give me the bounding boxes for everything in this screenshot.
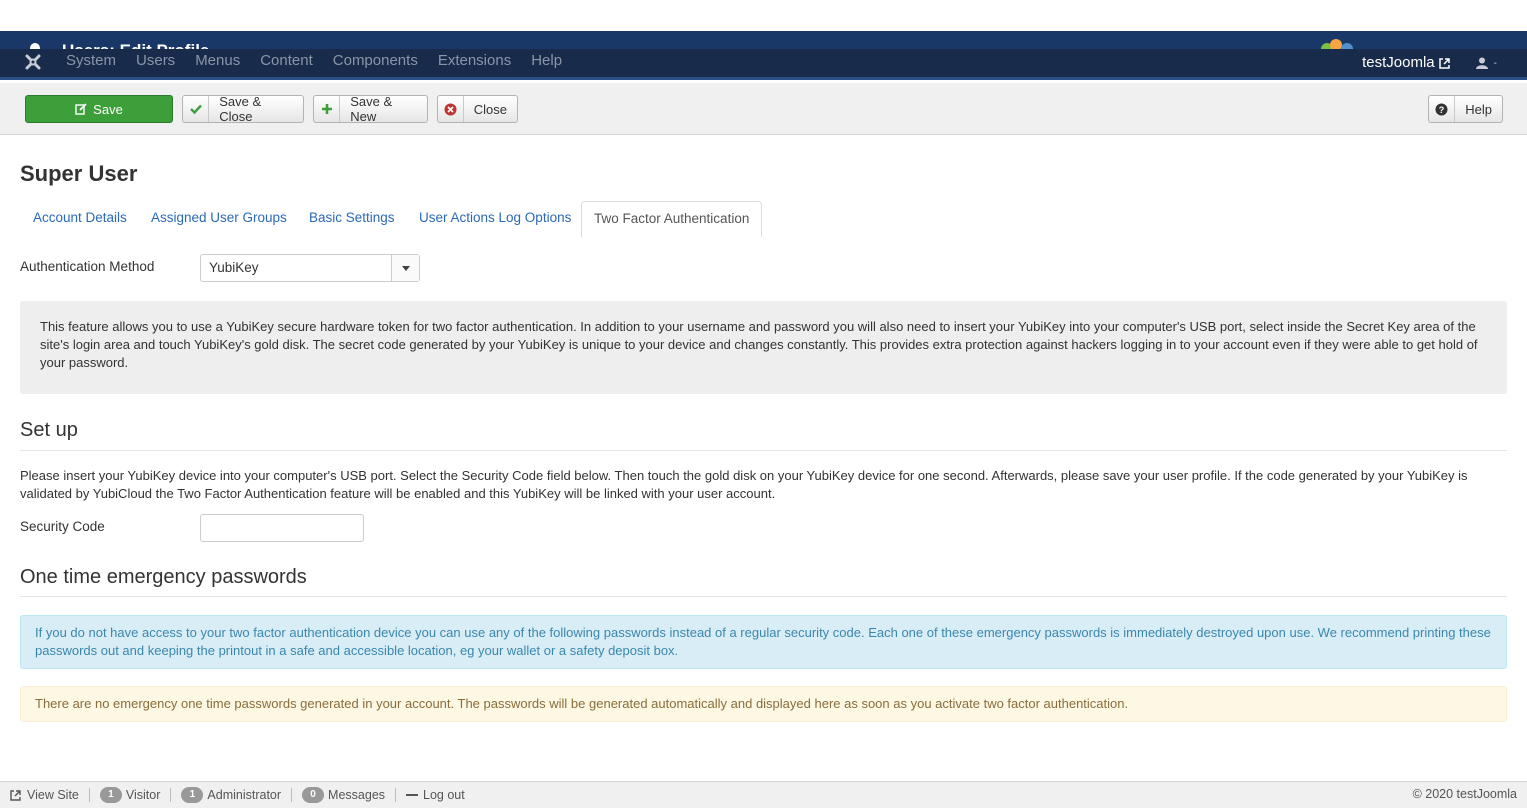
joomla-logo-icon	[1321, 39, 1357, 49]
security-code-label: Security Code	[20, 519, 105, 534]
logout-link[interactable]: Log out	[406, 788, 465, 802]
divider	[291, 788, 293, 802]
plus-icon	[314, 96, 341, 122]
user-icon	[1475, 57, 1488, 69]
logout-label: Log out	[423, 788, 465, 802]
emergency-title: One time emergency passwords	[20, 566, 307, 588]
auth-method-value: YubiKey	[209, 260, 259, 275]
top-strip	[0, 0, 1527, 31]
setup-title: Set up	[20, 419, 78, 441]
joomla-brand-icon[interactable]	[22, 53, 44, 75]
yubikey-description: This feature allows you to use a YubiKey…	[20, 301, 1507, 394]
close-label: Close	[473, 101, 507, 117]
toolbar: Save Save & Close Save & New Close ? Hel…	[0, 83, 1527, 135]
tab-bar: Account Details Assigned User Groups Bas…	[20, 201, 1507, 237]
external-link-icon	[10, 789, 21, 801]
nav-item-components[interactable]: Components	[323, 49, 428, 77]
visitors-link[interactable]: 1 Visitor	[99, 787, 161, 803]
divider	[20, 596, 1507, 597]
nav-item-content[interactable]: Content	[250, 49, 323, 77]
question-icon: ?	[1429, 96, 1456, 122]
page-title: Super User	[20, 161, 138, 186]
nav-item-extensions[interactable]: Extensions	[428, 49, 521, 77]
user-menu[interactable]: -	[1475, 57, 1497, 69]
minus-icon	[406, 794, 419, 796]
nav-item-help[interactable]: Help	[521, 49, 572, 77]
tab-assigned-user-groups[interactable]: Assigned User Groups	[151, 201, 287, 237]
help-label: Help	[1465, 101, 1492, 117]
edit-icon	[75, 96, 87, 122]
emergency-warning-alert: There are no emergency one time password…	[20, 686, 1507, 722]
save-close-button[interactable]: Save & Close	[182, 94, 304, 124]
save-label: Save	[93, 101, 123, 117]
chevron-down-icon: -	[1493, 57, 1497, 69]
security-code-input[interactable]	[200, 514, 364, 542]
auth-method-label: Authentication Method	[20, 259, 155, 274]
save-new-button[interactable]: Save & New	[313, 94, 428, 124]
messages-label: Messages	[328, 788, 386, 802]
tab-two-factor-authentication[interactable]: Two Factor Authentication	[581, 201, 763, 237]
emergency-info-alert: If you do not have access to your two fa…	[20, 615, 1507, 669]
view-site-label: View Site	[27, 788, 79, 802]
copyright: © 2020 testJoomla	[1412, 787, 1517, 801]
admin-label: Administrator	[207, 788, 282, 802]
view-site-link[interactable]: View Site	[10, 788, 79, 802]
site-link[interactable]: testJoomla	[1362, 51, 1450, 75]
checkmark-icon	[183, 96, 210, 122]
visitor-count-badge: 1	[99, 787, 122, 803]
nav-menu: System Users Menus Content Components Ex…	[56, 49, 572, 77]
save-button[interactable]: Save	[25, 95, 173, 123]
chevron-down-icon	[391, 255, 419, 281]
save-close-label: Save & Close	[219, 94, 262, 124]
save-new-label: Save & New	[350, 94, 393, 124]
tab-basic-settings[interactable]: Basic Settings	[309, 201, 395, 237]
divider	[88, 788, 90, 802]
tab-account-details[interactable]: Account Details	[33, 201, 127, 237]
divider	[395, 788, 397, 802]
messages-count-badge: 0	[302, 787, 325, 803]
site-name: testJoomla	[1362, 54, 1435, 71]
admin-navbar: System Users Menus Content Components Ex…	[0, 49, 1527, 80]
header-title: Users: Edit Profile	[62, 41, 209, 49]
page-header: Users: Edit Profile	[0, 31, 1527, 49]
setup-instructions: Please insert your YubiKey device into y…	[20, 468, 1468, 501]
divider	[170, 788, 172, 802]
admin-count-badge: 1	[181, 787, 204, 803]
divider	[20, 450, 1507, 451]
status-footer: View Site 1 Visitor 1 Administrator 0 Me…	[0, 781, 1527, 808]
help-button[interactable]: ? Help	[1428, 95, 1503, 123]
external-link-icon	[1438, 57, 1450, 69]
auth-method-select[interactable]: YubiKey	[200, 254, 420, 282]
cancel-icon	[438, 96, 464, 122]
tab-user-actions-log-options[interactable]: User Actions Log Options	[419, 201, 571, 237]
visitor-label: Visitor	[125, 788, 161, 802]
messages-link[interactable]: 0 Messages	[302, 787, 385, 803]
nav-item-system[interactable]: System	[56, 49, 126, 77]
close-button[interactable]: Close	[437, 95, 518, 123]
nav-item-users[interactable]: Users	[126, 49, 185, 77]
nav-item-menus[interactable]: Menus	[185, 49, 250, 77]
administrators-link[interactable]: 1 Administrator	[181, 787, 281, 803]
svg-text:?: ?	[1439, 105, 1445, 115]
